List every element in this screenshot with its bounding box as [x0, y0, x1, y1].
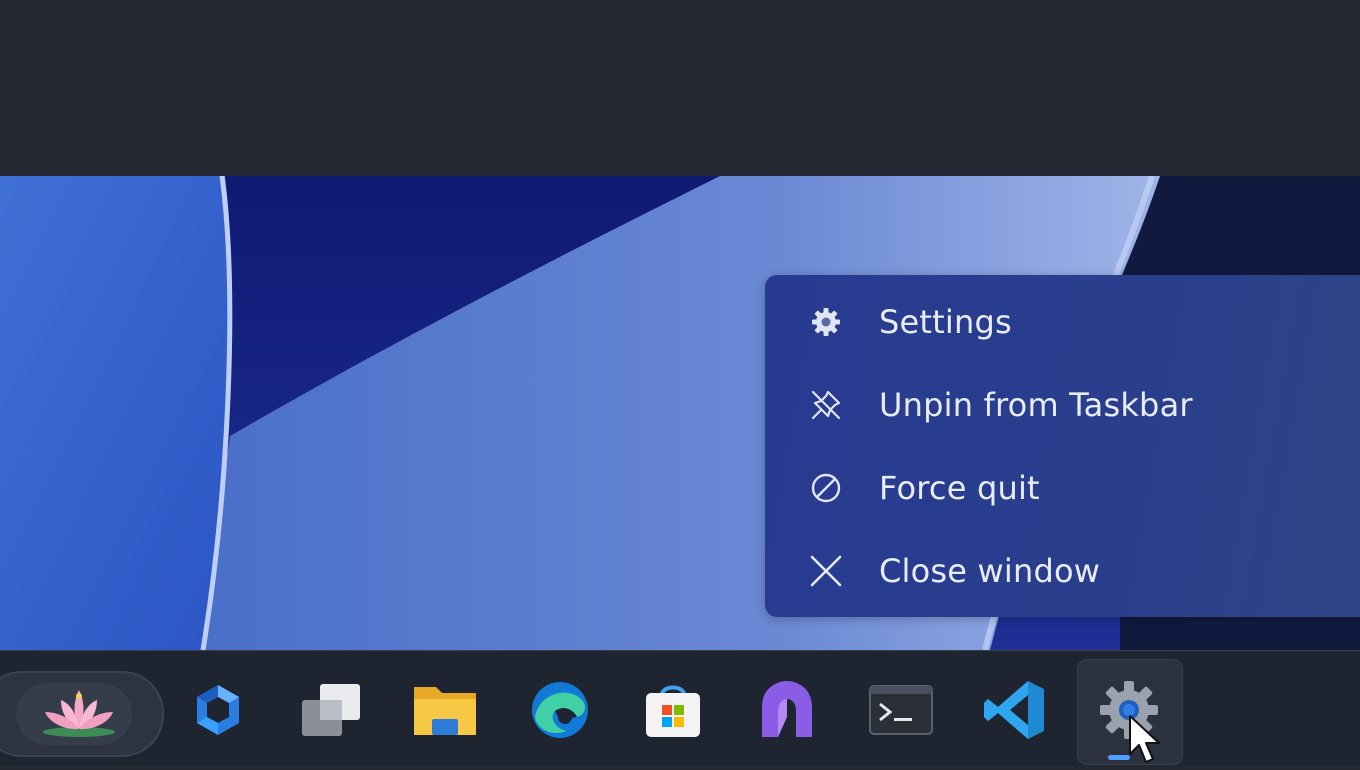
menu-item-unpin[interactable]: Unpin from Taskbar: [765, 370, 1360, 440]
gear-icon: [809, 305, 843, 339]
top-dark-area: [0, 0, 1360, 176]
close-icon: [809, 554, 843, 588]
taskbar-app-arc[interactable]: [754, 679, 820, 745]
menu-item-force-quit[interactable]: Force quit: [765, 453, 1360, 523]
terminal-icon: [868, 684, 934, 740]
edge-icon: [529, 679, 591, 745]
menu-item-label: Unpin from Taskbar: [879, 386, 1193, 424]
unpin-icon: [809, 388, 843, 422]
task-view-icon: [298, 680, 364, 744]
taskbar-app-terminal[interactable]: [868, 679, 934, 745]
copilot-icon: [189, 681, 247, 743]
menu-item-label: Force quit: [879, 469, 1040, 507]
prohibited-icon: [809, 471, 843, 505]
store-icon: [642, 679, 704, 745]
taskbar-app-lotus[interactable]: [43, 679, 115, 745]
active-app-indicator: [1108, 755, 1130, 760]
lotus-icon: [39, 682, 119, 742]
taskbar-app-task-view[interactable]: [298, 679, 364, 745]
menu-item-label: Settings: [879, 303, 1012, 341]
vscode-icon: [982, 677, 1048, 747]
menu-item-settings[interactable]: Settings: [765, 287, 1360, 357]
arc-icon: [754, 677, 820, 747]
taskbar-app-edge[interactable]: [527, 679, 593, 745]
menu-item-close-window[interactable]: Close window: [765, 536, 1360, 606]
mouse-cursor: [1128, 714, 1164, 766]
file-explorer-icon: [412, 681, 478, 743]
taskbar-app-store[interactable]: [640, 679, 706, 745]
taskbar-app-file-explorer[interactable]: [412, 679, 478, 745]
taskbar-context-menu: Settings Unpin from Taskbar Force quit C…: [765, 275, 1360, 617]
taskbar-app-vscode[interactable]: [982, 679, 1048, 745]
taskbar-app-copilot[interactable]: [185, 679, 251, 745]
menu-item-label: Close window: [879, 552, 1101, 590]
